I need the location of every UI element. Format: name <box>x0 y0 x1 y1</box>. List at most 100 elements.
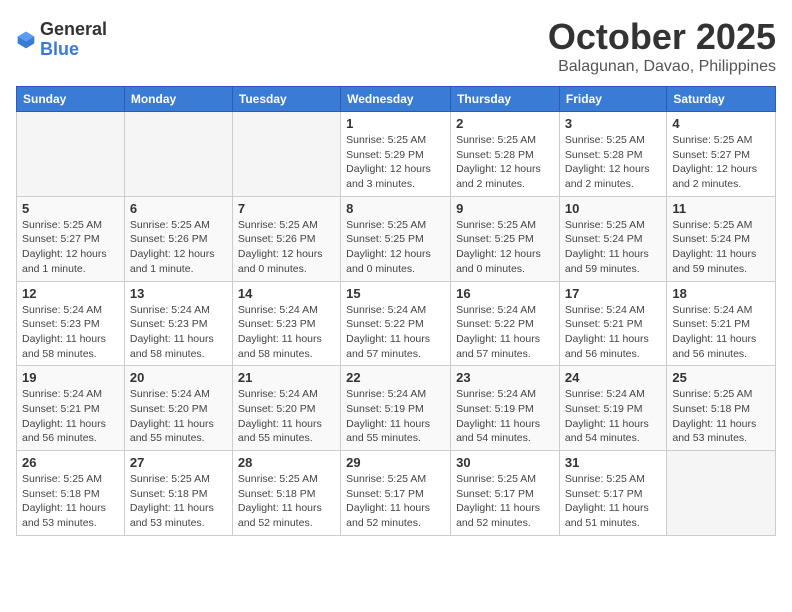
calendar-cell: 12Sunrise: 5:24 AM Sunset: 5:23 PM Dayli… <box>17 281 125 366</box>
week-row-1: 1 Sunrise: 5:25 AM Sunset: 5:29 PM Daylig… <box>17 112 776 197</box>
day-number: 13 <box>130 286 227 301</box>
day-info: Sunrise: 5:25 AM Sunset: 5:17 PM Dayligh… <box>565 472 661 531</box>
calendar-cell <box>232 112 340 197</box>
day-number: 6 <box>130 201 227 216</box>
calendar-cell: 19Sunrise: 5:24 AM Sunset: 5:21 PM Dayli… <box>17 366 125 451</box>
day-info: Sunrise: 5:25 AM Sunset: 5:25 PM Dayligh… <box>346 218 445 277</box>
calendar-cell: 16 Sunrise: 5:24 AM Sunset: 5:22 PM Dayli… <box>451 281 560 366</box>
day-info: Sunrise: 5:25 AM Sunset: 5:18 PM Dayligh… <box>22 472 119 531</box>
logo: General Blue <box>16 20 107 60</box>
day-info: Sunrise: 5:25 AM Sunset: 5:28 PM Dayligh… <box>456 133 554 192</box>
calendar-cell: 14 Sunrise: 5:24 AM Sunset: 5:23 PM Dayli… <box>232 281 340 366</box>
day-number: 22 <box>346 370 445 385</box>
weekday-header-saturday: Saturday <box>667 87 776 112</box>
day-number: 31 <box>565 455 661 470</box>
calendar-cell: 20 Sunrise: 5:24 AM Sunset: 5:20 PM Dayli… <box>124 366 232 451</box>
calendar-cell: 27Sunrise: 5:25 AM Sunset: 5:18 PM Dayli… <box>124 451 232 536</box>
calendar-cell: 17 Sunrise: 5:24 AM Sunset: 5:21 PM Dayli… <box>559 281 666 366</box>
weekday-header-tuesday: Tuesday <box>232 87 340 112</box>
calendar-cell: 25 Sunrise: 5:25 AM Sunset: 5:18 PM Dayli… <box>667 366 776 451</box>
day-info: Sunrise: 5:24 AM Sunset: 5:21 PM Dayligh… <box>565 303 661 362</box>
calendar-cell: 4 Sunrise: 5:25 AM Sunset: 5:27 PM Daylig… <box>667 112 776 197</box>
logo-general-text: General <box>40 20 107 40</box>
day-number: 16 <box>456 286 554 301</box>
day-info: Sunrise: 5:25 AM Sunset: 5:25 PM Dayligh… <box>456 218 554 277</box>
calendar-cell: 23 Sunrise: 5:24 AM Sunset: 5:19 PM Dayli… <box>451 366 560 451</box>
calendar-cell: 21Sunrise: 5:24 AM Sunset: 5:20 PM Dayli… <box>232 366 340 451</box>
day-number: 25 <box>672 370 770 385</box>
logo-icon <box>16 30 36 50</box>
day-number: 10 <box>565 201 661 216</box>
day-info: Sunrise: 5:25 AM Sunset: 5:17 PM Dayligh… <box>456 472 554 531</box>
calendar-cell: 5Sunrise: 5:25 AM Sunset: 5:27 PM Daylig… <box>17 196 125 281</box>
day-number: 20 <box>130 370 227 385</box>
day-number: 15 <box>346 286 445 301</box>
calendar-cell: 29 Sunrise: 5:25 AM Sunset: 5:17 PM Dayli… <box>341 451 451 536</box>
day-number: 18 <box>672 286 770 301</box>
day-number: 21 <box>238 370 335 385</box>
calendar-cell: 1 Sunrise: 5:25 AM Sunset: 5:29 PM Daylig… <box>341 112 451 197</box>
day-number: 1 <box>346 116 445 131</box>
calendar-cell: 28 Sunrise: 5:25 AM Sunset: 5:18 PM Dayli… <box>232 451 340 536</box>
month-title: October 2025 <box>548 16 776 58</box>
day-number: 14 <box>238 286 335 301</box>
weekday-header-row: SundayMondayTuesdayWednesdayThursdayFrid… <box>17 87 776 112</box>
day-info: Sunrise: 5:24 AM Sunset: 5:19 PM Dayligh… <box>456 387 554 446</box>
day-info: Sunrise: 5:25 AM Sunset: 5:28 PM Dayligh… <box>565 133 661 192</box>
day-number: 24 <box>565 370 661 385</box>
week-row-5: 26 Sunrise: 5:25 AM Sunset: 5:18 PM Dayli… <box>17 451 776 536</box>
calendar-cell: 3 Sunrise: 5:25 AM Sunset: 5:28 PM Daylig… <box>559 112 666 197</box>
day-number: 26 <box>22 455 119 470</box>
title-area: October 2025 Balagunan, Davao, Philippin… <box>548 16 776 76</box>
calendar-cell: 7Sunrise: 5:25 AM Sunset: 5:26 PM Daylig… <box>232 196 340 281</box>
day-number: 11 <box>672 201 770 216</box>
day-number: 30 <box>456 455 554 470</box>
calendar-cell: 30 Sunrise: 5:25 AM Sunset: 5:17 PM Dayli… <box>451 451 560 536</box>
day-info: Sunrise: 5:24 AM Sunset: 5:19 PM Dayligh… <box>565 387 661 446</box>
calendar-cell: 11 Sunrise: 5:25 AM Sunset: 5:24 PM Dayli… <box>667 196 776 281</box>
day-info: Sunrise: 5:24 AM Sunset: 5:23 PM Dayligh… <box>238 303 335 362</box>
day-number: 23 <box>456 370 554 385</box>
day-info: Sunrise: 5:25 AM Sunset: 5:18 PM Dayligh… <box>672 387 770 446</box>
calendar-cell: 9 Sunrise: 5:25 AM Sunset: 5:25 PM Daylig… <box>451 196 560 281</box>
calendar-cell: 26 Sunrise: 5:25 AM Sunset: 5:18 PM Dayli… <box>17 451 125 536</box>
day-info: Sunrise: 5:25 AM Sunset: 5:26 PM Dayligh… <box>130 218 227 277</box>
day-number: 29 <box>346 455 445 470</box>
day-info: Sunrise: 5:25 AM Sunset: 5:18 PM Dayligh… <box>130 472 227 531</box>
weekday-header-wednesday: Wednesday <box>341 87 451 112</box>
weekday-header-monday: Monday <box>124 87 232 112</box>
day-number: 9 <box>456 201 554 216</box>
day-info: Sunrise: 5:25 AM Sunset: 5:29 PM Dayligh… <box>346 133 445 192</box>
day-number: 17 <box>565 286 661 301</box>
day-info: Sunrise: 5:25 AM Sunset: 5:24 PM Dayligh… <box>565 218 661 277</box>
day-info: Sunrise: 5:25 AM Sunset: 5:27 PM Dayligh… <box>672 133 770 192</box>
day-info: Sunrise: 5:24 AM Sunset: 5:19 PM Dayligh… <box>346 387 445 446</box>
day-info: Sunrise: 5:24 AM Sunset: 5:23 PM Dayligh… <box>22 303 119 362</box>
weekday-header-sunday: Sunday <box>17 87 125 112</box>
day-info: Sunrise: 5:25 AM Sunset: 5:17 PM Dayligh… <box>346 472 445 531</box>
calendar-cell: 6 Sunrise: 5:25 AM Sunset: 5:26 PM Daylig… <box>124 196 232 281</box>
calendar-cell: 22 Sunrise: 5:24 AM Sunset: 5:19 PM Dayli… <box>341 366 451 451</box>
week-row-4: 19Sunrise: 5:24 AM Sunset: 5:21 PM Dayli… <box>17 366 776 451</box>
calendar-cell <box>124 112 232 197</box>
location-title: Balagunan, Davao, Philippines <box>548 58 776 76</box>
day-info: Sunrise: 5:25 AM Sunset: 5:24 PM Dayligh… <box>672 218 770 277</box>
day-info: Sunrise: 5:24 AM Sunset: 5:23 PM Dayligh… <box>130 303 227 362</box>
calendar-cell: 15 Sunrise: 5:24 AM Sunset: 5:22 PM Dayli… <box>341 281 451 366</box>
day-number: 28 <box>238 455 335 470</box>
day-info: Sunrise: 5:24 AM Sunset: 5:22 PM Dayligh… <box>456 303 554 362</box>
day-info: Sunrise: 5:25 AM Sunset: 5:18 PM Dayligh… <box>238 472 335 531</box>
day-number: 7 <box>238 201 335 216</box>
day-number: 4 <box>672 116 770 131</box>
calendar-cell: 18Sunrise: 5:24 AM Sunset: 5:21 PM Dayli… <box>667 281 776 366</box>
day-number: 3 <box>565 116 661 131</box>
day-info: Sunrise: 5:24 AM Sunset: 5:22 PM Dayligh… <box>346 303 445 362</box>
calendar-table: SundayMondayTuesdayWednesdayThursdayFrid… <box>16 86 776 536</box>
calendar-cell <box>17 112 125 197</box>
day-info: Sunrise: 5:24 AM Sunset: 5:20 PM Dayligh… <box>130 387 227 446</box>
calendar-cell <box>667 451 776 536</box>
calendar-cell: 13 Sunrise: 5:24 AM Sunset: 5:23 PM Dayli… <box>124 281 232 366</box>
week-row-3: 12Sunrise: 5:24 AM Sunset: 5:23 PM Dayli… <box>17 281 776 366</box>
day-info: Sunrise: 5:24 AM Sunset: 5:21 PM Dayligh… <box>22 387 119 446</box>
day-number: 2 <box>456 116 554 131</box>
